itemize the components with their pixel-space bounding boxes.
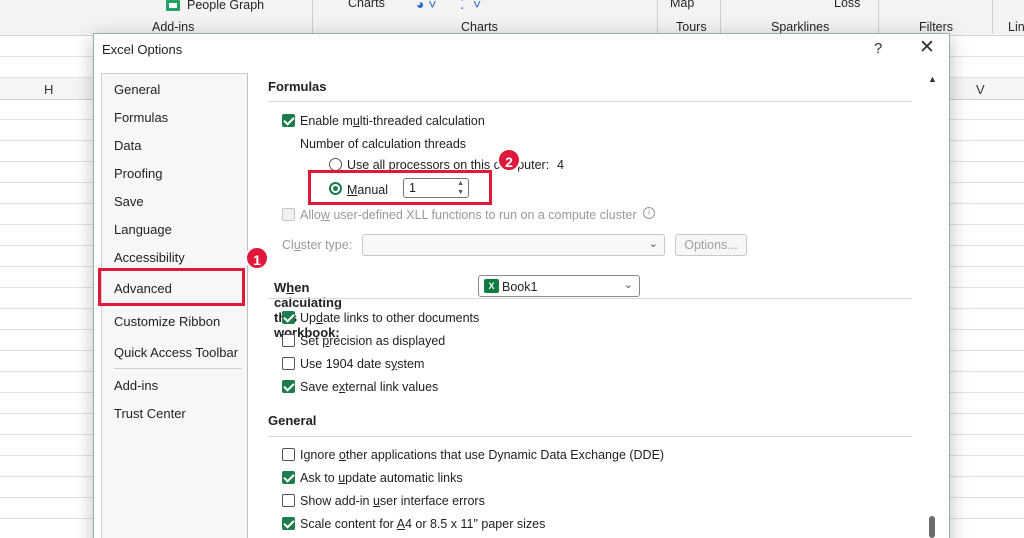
section-divider (268, 298, 912, 299)
charts-button-label[interactable]: Charts (348, 0, 385, 10)
ignore-dde-checkbox[interactable] (282, 448, 295, 461)
cluster-options-button[interactable]: Options... (675, 234, 747, 256)
update-links-checkbox[interactable] (282, 311, 295, 324)
ribbon-separator (312, 0, 313, 34)
addins-group-label: Add-ins (152, 20, 195, 34)
external-link-checkbox[interactable] (282, 380, 295, 393)
column-v-label: V (976, 82, 985, 97)
info-icon: i (643, 207, 655, 219)
advanced-highlight-box (98, 268, 245, 306)
date-1904-label: Use 1904 date system (300, 357, 425, 371)
section-title-general: General (268, 413, 317, 428)
ribbon-separator (720, 0, 721, 34)
precision-checkbox[interactable] (282, 334, 295, 347)
sparklines-group-label: Sparklines (771, 20, 830, 34)
content-scrollbar[interactable]: ▲ (925, 72, 941, 538)
links-group-label: Lin (1008, 20, 1024, 34)
nav-item-trust-center[interactable]: Trust Center (114, 406, 186, 421)
workbook-section-title: When calculating this workbook: (274, 280, 342, 340)
nav-item-general[interactable]: General (114, 82, 160, 97)
ask-update-label: Ask to update automatic links (300, 471, 463, 485)
ribbon-separator (657, 0, 658, 34)
scatter-chart-icon[interactable]: ⁚˙ ˅ (460, 0, 488, 12)
people-graph-button[interactable]: People Graph (187, 0, 264, 12)
chevron-down-icon: ⌄ (648, 238, 658, 250)
cluster-type-dropdown[interactable]: ⌄ (362, 234, 665, 256)
scale-content-label: Scale content for A4 or 8.5 x 11" paper … (300, 517, 546, 531)
step-badge-1: 1 (245, 246, 269, 270)
section-title-formulas: Formulas (268, 79, 327, 94)
filters-group-label: Filters (919, 20, 954, 34)
addin-errors-checkbox[interactable] (282, 494, 295, 507)
chevron-down-icon: ⌄ (623, 279, 633, 291)
help-button[interactable]: ? (874, 40, 882, 57)
ignore-dde-label: Ignore other applications that use Dynam… (300, 448, 665, 462)
external-link-label: Save external link values (300, 380, 439, 394)
nav-item-accessibility[interactable]: Accessibility (114, 250, 185, 265)
scrollbar-thumb[interactable] (929, 516, 935, 538)
column-header-v[interactable]: V (950, 78, 1024, 100)
map-chart-icon[interactable]: ◕ ˅ (416, 0, 444, 12)
nav-item-language[interactable]: Language (114, 222, 172, 237)
threads-label: Number of calculation threads (300, 137, 467, 151)
section-divider (268, 101, 912, 102)
nav-item-quick-access-toolbar[interactable]: Quick Access Toolbar (114, 345, 238, 360)
cluster-type-label: Cluster type: (282, 238, 353, 252)
nav-item-save[interactable]: Save (114, 194, 144, 209)
map-button-label[interactable]: Map (670, 0, 694, 10)
nav-item-formulas[interactable]: Formulas (114, 110, 168, 125)
step-badge-2: 2 (497, 148, 521, 172)
update-links-label: Update links to other documents (300, 311, 480, 325)
multithread-checkbox[interactable] (282, 114, 295, 127)
column-h-label: H (44, 82, 54, 97)
section-divider (268, 436, 912, 437)
people-graph-icon[interactable] (166, 0, 180, 11)
dialog-title: Excel Options (102, 42, 183, 57)
workbook-dropdown-value: Book1 (502, 280, 538, 294)
nav-item-data[interactable]: Data (114, 138, 141, 153)
ribbon-separator (878, 0, 879, 34)
excel-workbook-icon: X (484, 279, 499, 293)
ask-update-checkbox[interactable] (282, 471, 295, 484)
processor-count: 4 (557, 158, 564, 172)
nav-item-addins[interactable]: Add-ins (114, 378, 158, 393)
nav-item-customize-ribbon[interactable]: Customize Ribbon (114, 314, 220, 329)
manual-highlight-box (308, 170, 492, 205)
precision-label: Set precision as displayed (300, 334, 446, 348)
loss-button-label[interactable]: Loss (834, 0, 860, 10)
nav-item-proofing[interactable]: Proofing (114, 166, 162, 181)
date-1904-checkbox[interactable] (282, 357, 295, 370)
xll-cluster-checkbox[interactable] (282, 208, 295, 221)
ribbon-separator (992, 0, 993, 34)
excel-ribbon: People Graph Add-ins Charts ◕ ˅ ⁚˙ ˅ Cha… (0, 0, 1024, 36)
scale-content-checkbox[interactable] (282, 517, 295, 530)
tours-group-label: Tours (676, 20, 707, 34)
nav-divider (114, 368, 242, 369)
column-header-h[interactable]: H (0, 78, 93, 100)
xll-cluster-label: Allow user-defined XLL functions to run … (300, 208, 637, 222)
addin-errors-label: Show add-in user interface errors (300, 494, 485, 508)
close-icon[interactable]: ✕ (918, 36, 936, 60)
multithread-label: Enable multi-threaded calculation (300, 114, 485, 128)
charts-group-label: Charts (461, 20, 498, 34)
scroll-up-icon[interactable]: ▲ (928, 74, 937, 84)
